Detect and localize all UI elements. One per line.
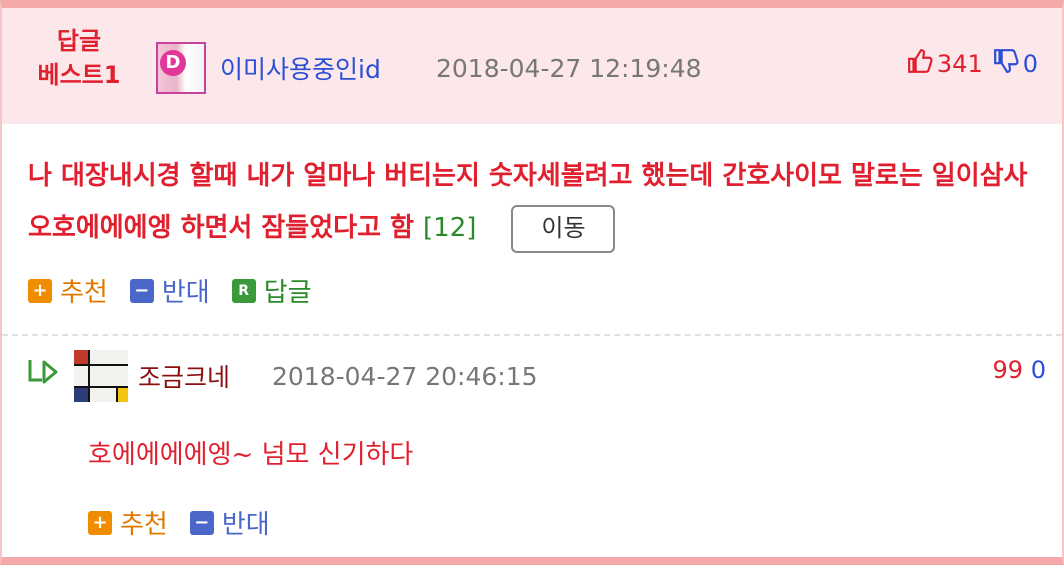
comment-timestamp: 2018-04-27 12:19:48 bbox=[436, 54, 702, 83]
reply-timestamp: 2018-04-27 20:46:15 bbox=[272, 362, 538, 391]
thumbs-down-icon[interactable] bbox=[993, 48, 1019, 80]
reply-recommend-label: 추천 bbox=[120, 510, 168, 540]
oppose-label: 반대 bbox=[161, 278, 210, 308]
upvote-count: 341 bbox=[936, 50, 983, 78]
reply-count: [12] bbox=[423, 213, 477, 243]
reply-arrow-icon bbox=[26, 356, 62, 392]
best-reply-badge: 답글 베스트1 bbox=[24, 24, 134, 92]
reply-avatar[interactable] bbox=[74, 350, 128, 402]
reply-oppose-button[interactable]: − 반대 bbox=[189, 504, 270, 541]
thumbs-up-icon[interactable] bbox=[907, 48, 933, 80]
avatar[interactable]: D bbox=[156, 42, 206, 94]
reply-vote-counts: 99 0 bbox=[993, 356, 1046, 384]
reply-downvote-count: 0 bbox=[1030, 356, 1046, 384]
plus-icon: + bbox=[88, 510, 112, 535]
reply-text: 호에에에에엥~ 넘모 신기하다 bbox=[88, 440, 414, 470]
comment-actions: + 추천 − 반대 R 답글 bbox=[28, 272, 312, 309]
comment-divider bbox=[2, 334, 1062, 336]
reply-upvote-count: 99 bbox=[992, 356, 1024, 384]
recommend-button[interactable]: + 추천 bbox=[28, 272, 108, 309]
reply-oppose-label: 반대 bbox=[221, 510, 270, 540]
recommend-label: 추천 bbox=[60, 278, 108, 308]
reply-author-name[interactable]: 조금크네 bbox=[138, 358, 230, 394]
reply-actions: + 추천 − 반대 bbox=[88, 504, 270, 541]
best-badge-line1: 답글 bbox=[56, 27, 102, 55]
vote-counts: 341 0 bbox=[907, 48, 1038, 80]
reply-recommend-button[interactable]: + 추천 bbox=[88, 504, 168, 541]
reply-label: 답글 bbox=[263, 278, 312, 308]
move-button[interactable]: 이동 bbox=[511, 204, 616, 253]
downvote-count: 0 bbox=[1022, 50, 1038, 78]
minus-icon: − bbox=[129, 278, 154, 303]
oppose-button[interactable]: − 반대 bbox=[129, 272, 210, 309]
best-badge-line2: 베스트1 bbox=[37, 61, 121, 89]
author-name[interactable]: 이미사용중인id bbox=[220, 50, 381, 86]
reply-button[interactable]: R 답글 bbox=[231, 272, 312, 309]
reply-icon: R bbox=[231, 278, 256, 303]
comment-body: 나 대장내시경 할때 내가 얼마나 버티는지 숫자세볼려고 했는데 간호사이모 … bbox=[28, 150, 1038, 254]
minus-icon: − bbox=[189, 510, 214, 535]
plus-icon: + bbox=[28, 278, 52, 303]
avatar-letter-badge: D bbox=[160, 50, 186, 76]
